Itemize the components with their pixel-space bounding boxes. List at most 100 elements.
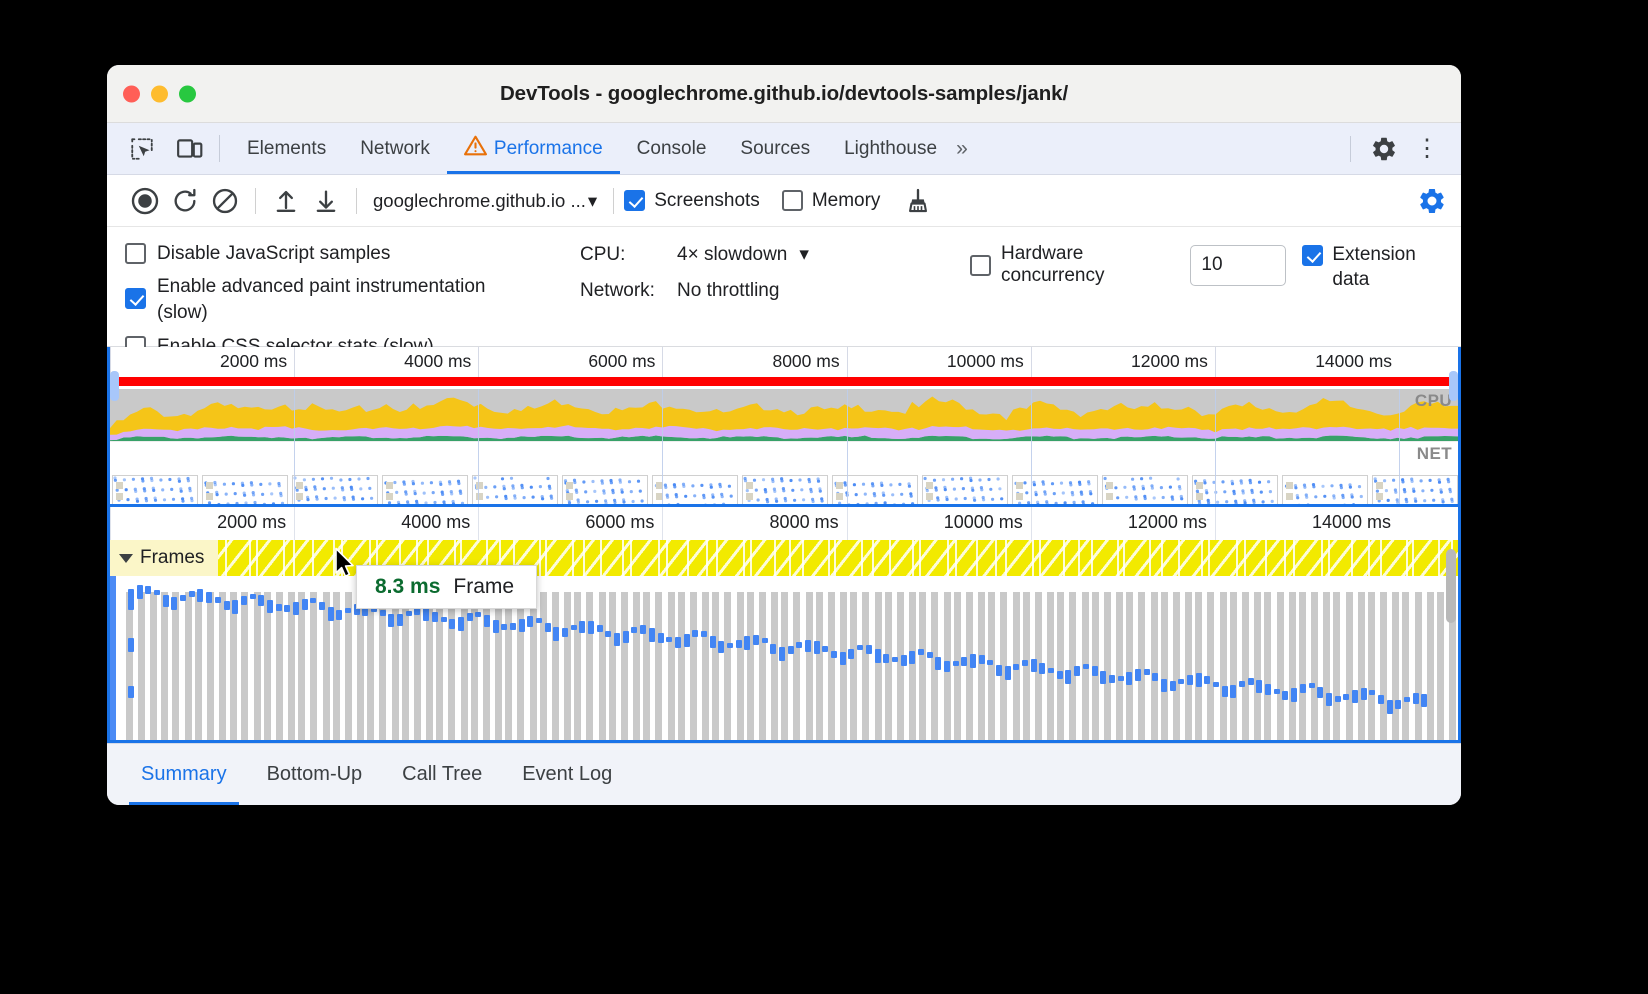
- flame-event-marker[interactable]: [345, 608, 351, 613]
- flame-event-marker[interactable]: [658, 633, 664, 642]
- flame-event-marker[interactable]: [189, 591, 195, 598]
- flame-event-marker[interactable]: [1022, 660, 1028, 666]
- network-throttling-value[interactable]: No throttling: [677, 280, 779, 302]
- flame-event-marker[interactable]: [623, 631, 629, 643]
- flame-event-marker[interactable]: [1039, 663, 1045, 675]
- flame-bar[interactable]: [781, 592, 788, 740]
- filmstrip-thumbnail[interactable]: [202, 475, 288, 504]
- flame-bar[interactable]: [298, 592, 305, 740]
- flame-bar[interactable]: [1230, 592, 1237, 740]
- screenshot-filmstrip[interactable]: [110, 473, 1458, 504]
- flame-event-marker[interactable]: [1118, 676, 1124, 682]
- flame-event-marker[interactable]: [588, 621, 594, 634]
- flame-bar[interactable]: [540, 592, 547, 740]
- flame-bar[interactable]: [909, 592, 916, 740]
- flame-event-marker[interactable]: [475, 612, 481, 618]
- flame-event-marker[interactable]: [866, 645, 872, 654]
- flame-event-marker[interactable]: [961, 657, 967, 666]
- flame-bar[interactable]: [643, 592, 650, 740]
- flame-event-marker[interactable]: [1230, 685, 1236, 698]
- flame-event-marker[interactable]: [822, 646, 828, 652]
- flame-event-marker[interactable]: [1256, 680, 1262, 694]
- flame-event-marker[interactable]: [1170, 681, 1176, 691]
- flame-event-marker[interactable]: [501, 624, 507, 630]
- flame-bar[interactable]: [988, 592, 995, 740]
- flame-bar[interactable]: [668, 592, 675, 740]
- flame-event-marker[interactable]: [319, 602, 325, 610]
- flame-bar[interactable]: [254, 592, 261, 740]
- flame-event-marker[interactable]: [927, 652, 933, 659]
- flame-event-marker[interactable]: [128, 638, 134, 652]
- filmstrip-thumbnail[interactable]: [922, 475, 1008, 504]
- recording-target-selector[interactable]: googlechrome.github.io ... ▾: [367, 190, 603, 212]
- flame-bar[interactable]: [712, 592, 719, 740]
- flame-bar[interactable]: [1368, 592, 1375, 740]
- flame-event-marker[interactable]: [649, 628, 655, 642]
- flame-bar[interactable]: [586, 592, 593, 740]
- overview-selection-handle-left[interactable]: [110, 371, 119, 401]
- flame-chart-canvas[interactable]: [110, 576, 1458, 740]
- filmstrip-thumbnail[interactable]: [1372, 475, 1458, 504]
- flame-event-marker[interactable]: [484, 615, 490, 627]
- flame-event-marker[interactable]: [666, 637, 672, 642]
- flame-event-marker[interactable]: [310, 598, 316, 603]
- flame-event-marker[interactable]: [397, 614, 403, 626]
- filmstrip-thumbnail[interactable]: [472, 475, 558, 504]
- flame-bar[interactable]: [241, 592, 248, 740]
- flame-bar[interactable]: [1323, 592, 1330, 740]
- more-tabs-icon[interactable]: »: [954, 123, 971, 174]
- flame-bar[interactable]: [495, 592, 502, 740]
- flame-bar[interactable]: [599, 592, 606, 740]
- flame-event-marker[interactable]: [1326, 693, 1332, 706]
- flame-event-marker[interactable]: [562, 628, 568, 637]
- flame-event-marker[interactable]: [770, 644, 776, 654]
- flame-bar[interactable]: [850, 592, 857, 740]
- flame-bar[interactable]: [655, 592, 662, 740]
- close-window-button[interactable]: [123, 85, 140, 102]
- flame-bar[interactable]: [793, 592, 800, 740]
- flame-event-marker[interactable]: [380, 610, 386, 616]
- flame-event-marker[interactable]: [545, 623, 551, 632]
- flame-bar[interactable]: [1116, 592, 1123, 740]
- flame-event-marker[interactable]: [814, 641, 820, 654]
- flame-event-marker[interactable]: [918, 649, 924, 655]
- inspect-element-icon[interactable]: [125, 132, 159, 166]
- filmstrip-thumbnail[interactable]: [742, 475, 828, 504]
- flame-bar[interactable]: [1207, 592, 1214, 740]
- flame-bar[interactable]: [737, 592, 744, 740]
- flame-bar[interactable]: [530, 592, 537, 740]
- flame-bar[interactable]: [678, 592, 685, 740]
- record-circle-icon[interactable]: [125, 182, 165, 220]
- flame-bar[interactable]: [1023, 592, 1030, 740]
- flame-bar[interactable]: [264, 592, 271, 740]
- gear-icon[interactable]: [1367, 132, 1401, 166]
- flame-event-marker[interactable]: [1092, 666, 1098, 676]
- flame-event-marker[interactable]: [128, 598, 134, 610]
- flame-bar[interactable]: [150, 592, 157, 740]
- flame-event-marker[interactable]: [796, 642, 802, 648]
- flame-bar[interactable]: [1415, 592, 1422, 740]
- flame-event-marker[interactable]: [675, 637, 681, 648]
- flame-event-marker[interactable]: [302, 599, 308, 611]
- maximize-window-button[interactable]: [179, 85, 196, 102]
- upload-profile-icon[interactable]: [266, 182, 306, 220]
- timeline-overview[interactable]: 2000 ms4000 ms6000 ms8000 ms10000 ms1200…: [107, 347, 1461, 504]
- tab-sources[interactable]: Sources: [723, 123, 827, 174]
- flame-event-marker[interactable]: [753, 635, 759, 645]
- filmstrip-thumbnail[interactable]: [292, 475, 378, 504]
- flame-bar[interactable]: [1104, 592, 1111, 740]
- tab-summary[interactable]: Summary: [121, 744, 247, 805]
- flame-event-marker[interactable]: [1309, 683, 1315, 688]
- frames-group-header[interactable]: Frames: [110, 540, 218, 576]
- flame-event-marker[interactable]: [779, 647, 785, 661]
- flame-bar[interactable]: [172, 592, 179, 740]
- flame-event-marker[interactable]: [1222, 686, 1228, 698]
- flame-event-marker[interactable]: [1291, 688, 1297, 702]
- flame-bar[interactable]: [1289, 592, 1296, 740]
- flame-event-marker[interactable]: [293, 602, 299, 615]
- flame-bar[interactable]: [1138, 592, 1145, 740]
- flame-event-marker[interactable]: [215, 597, 221, 602]
- flame-bar[interactable]: [195, 592, 202, 740]
- flame-event-marker[interactable]: [1100, 671, 1106, 685]
- flame-bar[interactable]: [702, 592, 709, 740]
